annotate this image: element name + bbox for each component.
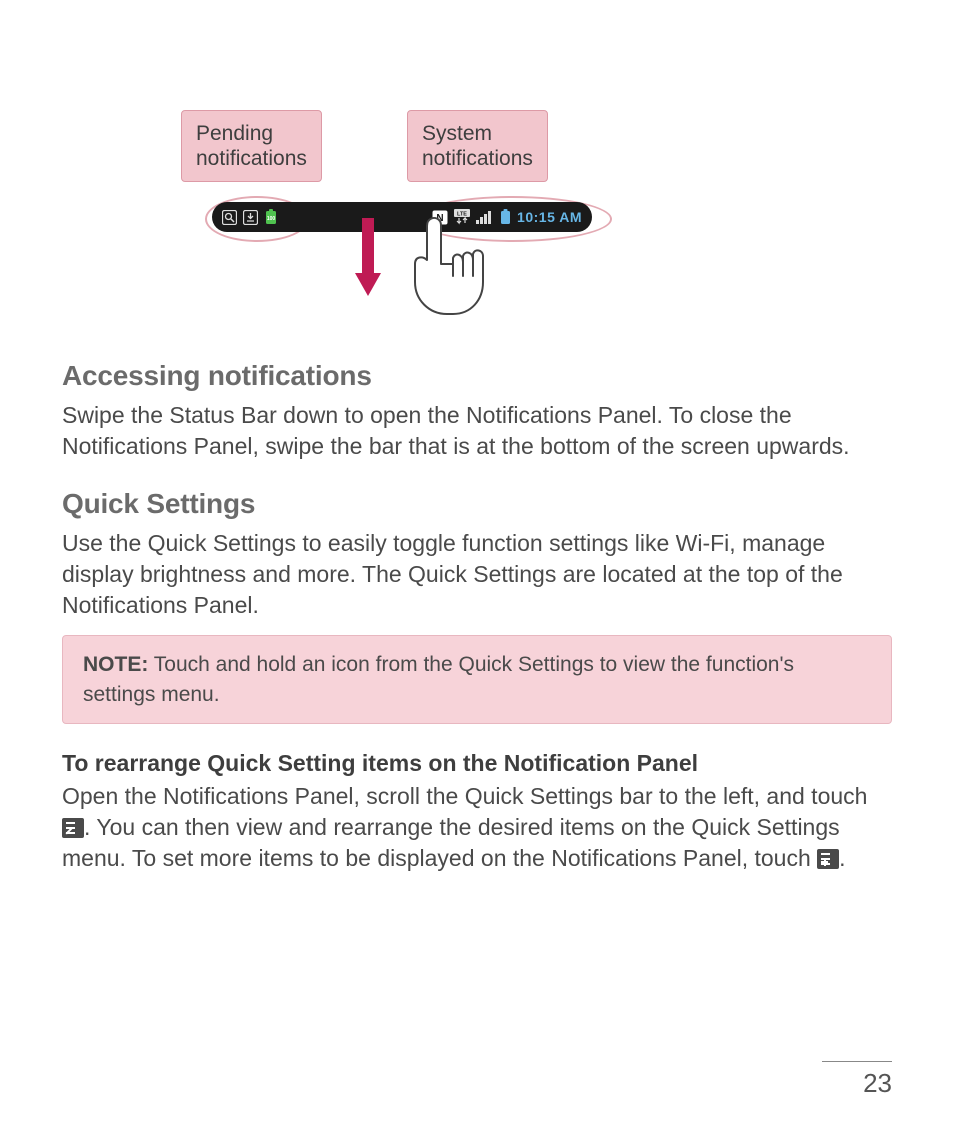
heading-quick-settings: Quick Settings bbox=[62, 488, 892, 520]
body-quick-settings: Use the Quick Settings to easily toggle … bbox=[62, 528, 892, 621]
search-icon bbox=[222, 210, 237, 225]
rearrange-text-1: Open the Notifications Panel, scroll the… bbox=[62, 783, 867, 809]
page-footer: 23 bbox=[822, 1061, 892, 1099]
page-number: 23 bbox=[822, 1068, 892, 1099]
svg-text:100: 100 bbox=[267, 216, 276, 222]
list-add-icon bbox=[817, 849, 839, 869]
battery-icon bbox=[500, 209, 511, 225]
body-rearrange-quick-settings: Open the Notifications Panel, scroll the… bbox=[62, 781, 892, 874]
callout-label: System notifications bbox=[422, 122, 533, 170]
note-label: NOTE: bbox=[83, 653, 148, 676]
callout-label: Pending notifications bbox=[196, 122, 307, 170]
download-icon bbox=[243, 210, 258, 225]
footer-rule bbox=[822, 1061, 892, 1062]
note-box: NOTE: Touch and hold an icon from the Qu… bbox=[62, 635, 892, 724]
manual-page: Pending notifications System notificatio… bbox=[0, 0, 954, 1145]
swipe-down-arrow-icon bbox=[353, 218, 383, 298]
hand-pointer-icon bbox=[393, 210, 488, 320]
battery-100-icon: 100 bbox=[264, 209, 278, 225]
heading-accessing-notifications: Accessing notifications bbox=[62, 360, 892, 392]
rearrange-text-2: . You can then view and rearrange the de… bbox=[62, 814, 840, 871]
status-bar-time: 10:15 AM bbox=[517, 209, 582, 225]
body-accessing-notifications: Swipe the Status Bar down to open the No… bbox=[62, 400, 892, 462]
status-bar-left-icons: 100 bbox=[222, 209, 278, 225]
note-text: Touch and hold an icon from the Quick Se… bbox=[83, 653, 794, 705]
rearrange-text-3: . bbox=[839, 845, 845, 871]
heading-rearrange-quick-settings: To rearrange Quick Setting items on the … bbox=[62, 750, 892, 777]
callout-system-notifications: System notifications bbox=[407, 110, 548, 182]
status-bar-diagram: Pending notifications System notificatio… bbox=[177, 110, 777, 325]
list-edit-icon bbox=[62, 818, 84, 838]
callout-pending-notifications: Pending notifications bbox=[181, 110, 322, 182]
